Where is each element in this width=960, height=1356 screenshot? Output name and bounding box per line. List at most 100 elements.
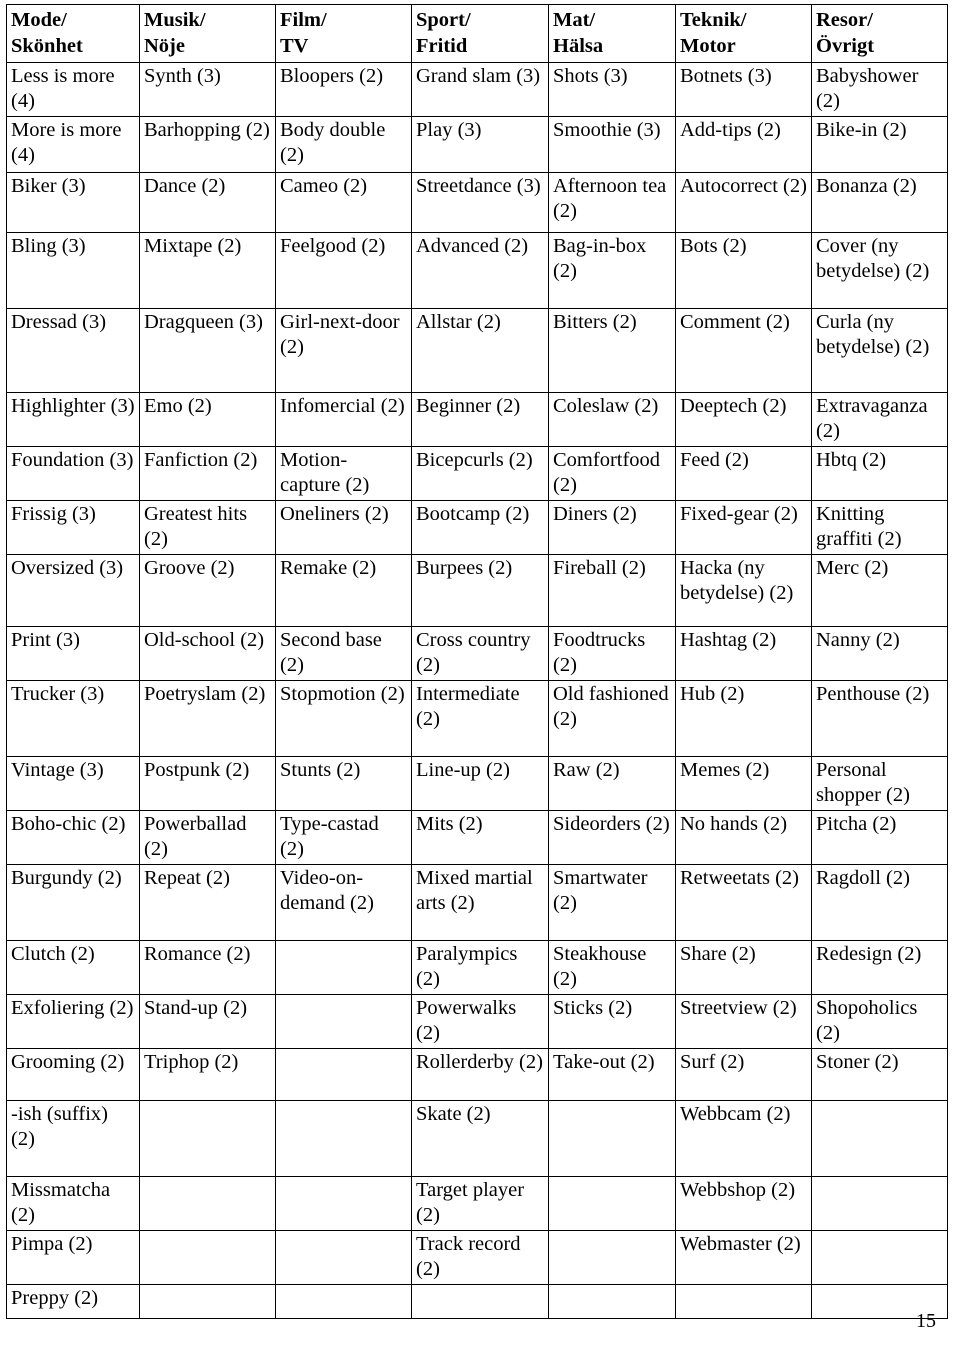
table-cell: Intermediate (2) (411, 680, 549, 757)
table-cell: Sticks (2) (548, 994, 676, 1049)
table-row: Burgundy (2) Repeat (2) Video-on-demand (2… (6, 864, 948, 941)
table-cell: Remake (2) (275, 554, 412, 627)
table-cell: Second base (2) (275, 626, 412, 681)
table-cell: Track record (2) (411, 1230, 549, 1285)
table-cell: Postpunk (2) (139, 756, 276, 811)
table-row: Print (3) Old-school (2) Second base (2) Cr… (6, 626, 948, 681)
column-header-line2: Skönhet (11, 35, 83, 57)
table-cell: No hands (2) (675, 810, 812, 865)
table-cell: Groove (2) (139, 554, 276, 627)
column-header-line1: Teknik/ (680, 9, 747, 31)
table-row: Oversized (3) Groove (2) Remake (2) Burpees… (6, 554, 948, 627)
table-cell: Ragdoll (2) (811, 864, 948, 941)
table-cell: Bitters (2) (548, 308, 676, 393)
table-cell (811, 1230, 948, 1285)
table-cell: Bicepcurls (2) (411, 446, 549, 501)
column-header-6: Resor/Övrigt (811, 4, 948, 63)
table-cell: Vintage (3) (6, 756, 140, 811)
table-cell (548, 1176, 676, 1231)
table-body: Less is more (4) Synth (3) Bloopers (2) Gra… (6, 62, 948, 1319)
table-cell: Stopmotion (2) (275, 680, 412, 757)
table-cell (275, 1048, 412, 1101)
table-cell: Bike-in (2) (811, 116, 948, 173)
table-cell: Clutch (2) (6, 940, 140, 995)
table-cell: Play (3) (411, 116, 549, 173)
table-row: Exfoliering (2) Stand-up (2) Powerwalks (2… (6, 994, 948, 1049)
table-cell: Comfortfood (2) (548, 446, 676, 501)
table-cell: Exfoliering (2) (6, 994, 140, 1049)
table-cell (811, 1100, 948, 1177)
table-cell (275, 1284, 412, 1319)
table-cell: Bootcamp (2) (411, 500, 549, 555)
table-cell: Burgundy (2) (6, 864, 140, 941)
table-cell: Stunts (2) (275, 756, 412, 811)
table-cell: Line-up (2) (411, 756, 549, 811)
table-cell: Extravaganza (2) (811, 392, 948, 447)
table-cell (275, 1176, 412, 1231)
table-cell: Cameo (2) (275, 172, 412, 233)
table-cell: Girl-next-door (2) (275, 308, 412, 393)
table-row: Clutch (2) Romance (2) Paralympics (2) Stea… (6, 940, 948, 995)
table-cell (275, 1230, 412, 1285)
table-cell: Dragqueen (3) (139, 308, 276, 393)
table-cell: -ish (suffix) (2) (6, 1100, 140, 1177)
table-cell: Add-tips (2) (675, 116, 812, 173)
table-cell: Preppy (2) (6, 1284, 140, 1319)
table-cell: Bag-in-box (2) (548, 232, 676, 309)
table-cell: Grooming (2) (6, 1048, 140, 1101)
table-cell: Bling (3) (6, 232, 140, 309)
column-header-line2: Hälsa (553, 35, 604, 57)
table-cell: Rollerderby (2) (411, 1048, 549, 1101)
table-cell: Hub (2) (675, 680, 812, 757)
table-cell: Fixed-gear (2) (675, 500, 812, 555)
table-row: Vintage (3) Postpunk (2) Stunts (2) Line-up… (6, 756, 948, 811)
table-cell: Powerballad (2) (139, 810, 276, 865)
table-cell: Shots (3) (548, 62, 676, 117)
table-row: Trucker (3) Poetryslam (2) Stopmotion (2) I… (6, 680, 948, 757)
table-cell: Video-on-demand (2) (275, 864, 412, 941)
table-cell: Foundation (3) (6, 446, 140, 501)
table-cell: Sideorders (2) (548, 810, 676, 865)
table-cell (811, 1176, 948, 1231)
column-header-line2: Motor (680, 35, 736, 57)
table-cell: Allstar (2) (411, 308, 549, 393)
table-cell: Bloopers (2) (275, 62, 412, 117)
table-cell: Diners (2) (548, 500, 676, 555)
table-cell: Surf (2) (675, 1048, 812, 1101)
table-cell: Mixtape (2) (139, 232, 276, 309)
table-row: Grooming (2) Triphop (2) Rollerderby (2) Ta… (6, 1048, 948, 1101)
table-cell (548, 1230, 676, 1285)
table-row: Biker (3) Dance (2) Cameo (2) Streetdance (… (6, 172, 948, 233)
table-cell: Old-school (2) (139, 626, 276, 681)
table-cell: Repeat (2) (139, 864, 276, 941)
table-cell: Synth (3) (139, 62, 276, 117)
table-cell: Grand slam (3) (411, 62, 549, 117)
column-header-line2: Nöje (144, 35, 185, 57)
table-cell (139, 1284, 276, 1319)
table-cell: Stand-up (2) (139, 994, 276, 1049)
table-cell: Body double (2) (275, 116, 412, 173)
table-cell: Cross country (2) (411, 626, 549, 681)
column-header-line2: TV (280, 35, 309, 57)
table-cell: More is more (4) (6, 116, 140, 173)
table-row: Bling (3) Mixtape (2) Feelgood (2) Advanced… (6, 232, 948, 309)
table-cell: Poetryslam (2) (139, 680, 276, 757)
table-cell: Steakhouse (2) (548, 940, 676, 995)
table-cell: Raw (2) (548, 756, 676, 811)
column-header-line1: Mat/ (553, 9, 596, 31)
table-cell: Dressad (3) (6, 308, 140, 393)
table-cell: Streetview (2) (675, 994, 812, 1049)
table-cell: Retweetats (2) (675, 864, 812, 941)
table-cell (139, 1230, 276, 1285)
table-cell: Less is more (4) (6, 62, 140, 117)
table-cell: Hashtag (2) (675, 626, 812, 681)
column-header-5: Teknik/Motor (675, 4, 812, 63)
table-cell: Deeptech (2) (675, 392, 812, 447)
column-header-line1: Mode/ (11, 9, 67, 31)
table-cell: Take-out (2) (548, 1048, 676, 1101)
table-cell: Smoothie (3) (548, 116, 676, 173)
table-cell: Bots (2) (675, 232, 812, 309)
column-header-line1: Resor/ (816, 9, 873, 31)
column-header-line1: Musik/ (144, 9, 206, 31)
table-cell: Infomercial (2) (275, 392, 412, 447)
